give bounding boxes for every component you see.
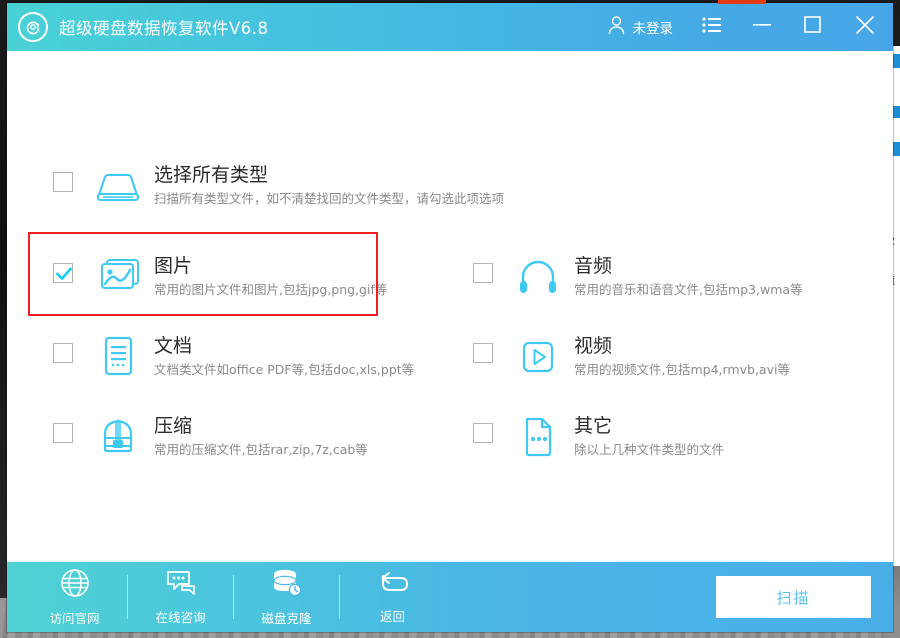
globe-icon <box>60 568 90 603</box>
close-button[interactable] <box>837 3 893 51</box>
screen: 次 题 超级硬盘数据恢复软件V6.8 <box>0 0 900 638</box>
file-type-texts-all: 选择所有类型 扫描所有类型文件，如不清楚找回的文件类型，请勾选此项选项 <box>154 163 504 208</box>
scan-button[interactable]: 扫描 <box>716 576 871 618</box>
file-type-texts-document: 文档 文档类文件如office PDF等,包括doc,xls,ppt等 <box>154 334 414 379</box>
footer-item-website[interactable]: 访问官网 <box>22 562 127 632</box>
checkbox-other[interactable] <box>473 423 493 443</box>
file-type-title-video: 视频 <box>574 335 613 357</box>
list-menu-icon <box>702 16 722 38</box>
minimize-button[interactable] <box>737 3 787 51</box>
footer-label-clone: 磁盘克隆 <box>261 610 312 626</box>
footer-item-consult[interactable]: 在线咨询 <box>128 562 233 632</box>
account-label: 未登录 <box>632 21 674 37</box>
file-type-row-other[interactable]: 其它 除以上几种文件类型的文件 <box>473 414 724 460</box>
app-window: 超级硬盘数据恢复软件V6.8 未登录 选择所有类型 扫描所有类型文件，如不清楚找… <box>7 3 893 632</box>
app-title: 超级硬盘数据恢复软件V6.8 <box>59 19 269 38</box>
picture-icon <box>93 254 143 300</box>
file-type-title-other: 其它 <box>574 415 613 437</box>
checkbox-audio[interactable] <box>473 263 493 283</box>
file-type-row-all[interactable]: 选择所有类型 扫描所有类型文件，如不清楚找回的文件类型，请勾选此项选项 <box>53 163 504 209</box>
chat-bubbles-icon <box>165 569 197 602</box>
file-type-title-all: 选择所有类型 <box>154 164 269 186</box>
file-type-title-audio: 音频 <box>574 255 613 277</box>
file-type-desc-audio: 常用的音乐和语音文件,包括mp3,wma等 <box>574 282 803 297</box>
back-arrow-icon <box>377 570 409 601</box>
footer-item-clone[interactable]: 磁盘克隆 <box>234 562 339 632</box>
file-type-row-image[interactable]: 图片 常用的图片文件和图片,包括jpg,png,gif等 <box>53 254 387 300</box>
title-bar-controls: 未登录 <box>593 3 894 51</box>
document-icon <box>93 334 143 380</box>
video-play-icon <box>513 334 563 380</box>
checkbox-video[interactable] <box>473 343 493 363</box>
file-type-row-archive[interactable]: 压缩 常用的压缩文件,包括rar,zip,7z,cab等 <box>53 414 368 460</box>
file-type-desc-image: 常用的图片文件和图片,包括jpg,png,gif等 <box>154 282 388 297</box>
user-icon <box>607 15 626 40</box>
footer-label-consult: 在线咨询 <box>155 609 206 625</box>
file-type-desc-archive: 常用的压缩文件,包括rar,zip,7z,cab等 <box>154 442 368 457</box>
file-type-texts-image: 图片 常用的图片文件和图片,包括jpg,png,gif等 <box>154 254 387 299</box>
maximize-button[interactable] <box>787 3 837 51</box>
top-overlay-sliver <box>718 0 766 4</box>
archive-box-icon <box>93 414 143 460</box>
file-type-title-image: 图片 <box>154 255 193 277</box>
file-type-texts-other: 其它 除以上几种文件类型的文件 <box>574 414 724 459</box>
footer-item-back[interactable]: 返回 <box>340 562 445 632</box>
menu-button[interactable] <box>687 3 737 51</box>
file-type-grid: 选择所有类型 扫描所有类型文件，如不清楚找回的文件类型，请勾选此项选项 图片 常… <box>7 51 893 521</box>
minimize-icon <box>752 18 772 36</box>
headphone-icon <box>513 254 563 300</box>
file-type-title-archive: 压缩 <box>154 415 193 437</box>
file-type-texts-archive: 压缩 常用的压缩文件,包括rar,zip,7z,cab等 <box>154 414 368 459</box>
title-bar: 超级硬盘数据恢复软件V6.8 未登录 <box>7 3 893 51</box>
maximize-icon <box>803 16 821 38</box>
recovery-circle-logo-icon <box>18 12 48 42</box>
file-type-row-audio[interactable]: 音频 常用的音乐和语音文件,包括mp3,wma等 <box>473 254 803 300</box>
bottom-toolbar: 访问官网 在线咨询 磁盘克隆 返回 扫描 <box>7 562 893 632</box>
file-type-row-document[interactable]: 文档 文档类文件如office PDF等,包括doc,xls,ppt等 <box>53 334 414 380</box>
file-type-row-video[interactable]: 视频 常用的视频文件,包括mp4,rmvb,avi等 <box>473 334 790 380</box>
checkbox-archive[interactable] <box>53 423 73 443</box>
file-type-desc-video: 常用的视频文件,包括mp4,rmvb,avi等 <box>574 362 790 377</box>
disk-clone-icon <box>271 568 303 603</box>
other-file-icon <box>513 414 563 460</box>
footer-label-back: 返回 <box>379 608 405 624</box>
file-type-desc-document: 文档类文件如office PDF等,包括doc,xls,ppt等 <box>154 362 415 377</box>
close-icon <box>855 15 875 40</box>
hard-disk-icon <box>93 163 143 209</box>
file-type-texts-audio: 音频 常用的音乐和语音文件,包括mp3,wma等 <box>574 254 803 299</box>
file-type-desc-all: 扫描所有类型文件，如不清楚找回的文件类型，请勾选此项选项 <box>154 191 505 206</box>
file-type-panel: 选择所有类型 扫描所有类型文件，如不清楚找回的文件类型，请勾选此项选项 图片 常… <box>7 51 893 562</box>
file-type-texts-video: 视频 常用的视频文件,包括mp4,rmvb,avi等 <box>574 334 790 379</box>
file-type-desc-other: 除以上几种文件类型的文件 <box>574 442 725 457</box>
checkbox-document[interactable] <box>53 343 73 363</box>
file-type-title-document: 文档 <box>154 335 193 357</box>
checkbox-all[interactable] <box>53 172 73 192</box>
checkbox-image[interactable] <box>53 263 73 283</box>
account-button[interactable]: 未登录 <box>593 3 688 51</box>
footer-label-website: 访问官网 <box>49 610 100 626</box>
